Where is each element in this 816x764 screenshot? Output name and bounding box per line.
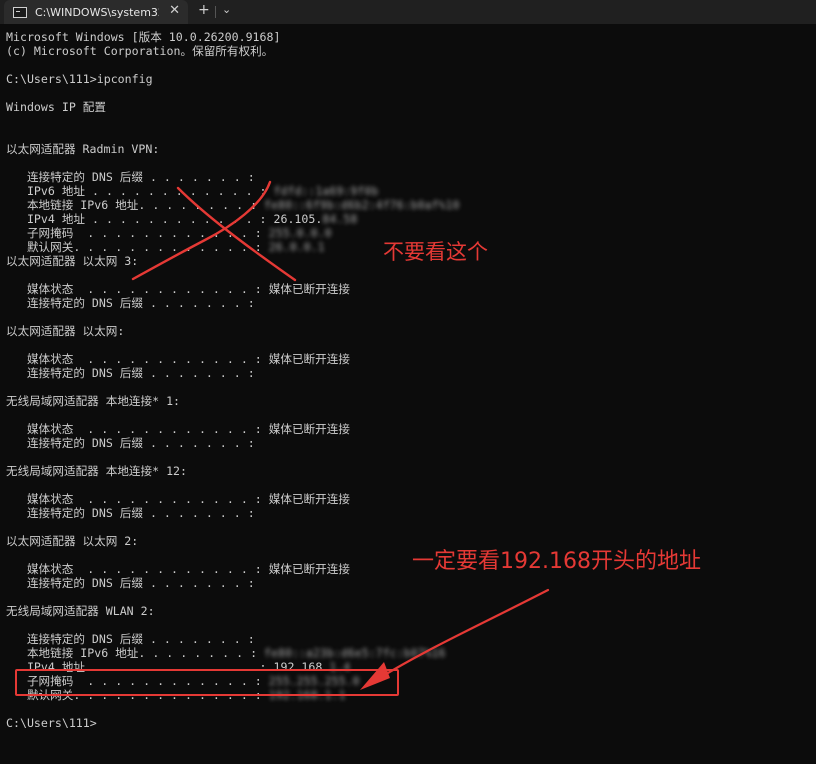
console-line: 连接特定的 DNS 后缀 . . . . . . . : xyxy=(6,170,806,184)
tab-dropdown-icon[interactable]: ⌄ xyxy=(222,3,231,16)
terminal-tab[interactable]: C:\WINDOWS\system32\cmd. ✕ xyxy=(4,0,188,24)
console-line: 无线局域网适配器 WLAN 2: xyxy=(6,604,806,618)
console-line: 连接特定的 DNS 后缀 . . . . . . . : xyxy=(6,436,806,450)
console-line-text: 本地链接 IPv6 地址. . . . . . . . : xyxy=(6,646,265,660)
console-line: 本地链接 IPv6 地址. . . . . . . . : fe80::a23b… xyxy=(6,646,806,660)
redacted-value: fe80::6f9b:d6b2:4f76:b0af%10 xyxy=(264,198,460,212)
console-line: 连接特定的 DNS 后缀 . . . . . . . : xyxy=(6,632,806,646)
console-line: IPv6 地址 . . . . . . . . . . . . : fdfd::… xyxy=(6,184,806,198)
console-line-text: 媒体状态 . . . . . . . . . . . . : 媒体已断开连接 xyxy=(6,352,350,366)
redacted-value: 255.0.0.0 xyxy=(268,226,332,240)
console-line-text: 以太网适配器 以太网: xyxy=(6,324,125,338)
console-line-text: IPv4 地址 . . . . . . . . . . . . : 26.105… xyxy=(6,212,323,226)
console-line: 媒体状态 . . . . . . . . . . . . : 媒体已断开连接 xyxy=(6,352,806,366)
tab-title: C:\WINDOWS\system32\cmd. xyxy=(35,5,159,19)
console-line: 媒体状态 . . . . . . . . . . . . : 媒体已断开连接 xyxy=(6,282,806,296)
console-line-text: 无线局域网适配器 本地连接* 1: xyxy=(6,394,181,408)
console-line: 连接特定的 DNS 后缀 . . . . . . . : xyxy=(6,506,806,520)
title-bar: C:\WINDOWS\system32\cmd. ✕ + ⌄ xyxy=(0,0,816,24)
console-line-text: 连接特定的 DNS 后缀 . . . . . . . : xyxy=(6,576,255,590)
console-line: 无线局域网适配器 本地连接* 1: xyxy=(6,394,806,408)
new-tab-button[interactable]: + xyxy=(198,2,210,18)
console-line-text: 连接特定的 DNS 后缀 . . . . . . . : xyxy=(6,296,255,310)
redacted-value: fdfd::1a69:9f0b xyxy=(273,184,379,198)
console-line-text: 连接特定的 DNS 后缀 . . . . . . . : xyxy=(6,436,255,450)
console-line-text: 连接特定的 DNS 后缀 . . . . . . . : xyxy=(6,506,255,520)
console-line-text: 连接特定的 DNS 后缀 . . . . . . . : xyxy=(6,170,255,184)
redacted-value: 26.0.0.1 xyxy=(268,240,325,254)
console-line: 连接特定的 DNS 后缀 . . . . . . . : xyxy=(6,576,806,590)
console-line: 媒体状态 . . . . . . . . . . . . : 媒体已断开连接 xyxy=(6,492,806,506)
console-line-text: Windows IP 配置 xyxy=(6,100,106,114)
console-line-text: 连接特定的 DNS 后缀 . . . . . . . : xyxy=(6,366,255,380)
terminal-icon xyxy=(13,6,27,18)
console-line-text: 媒体状态 . . . . . . . . . . . . : 媒体已断开连接 xyxy=(6,422,350,436)
console-output[interactable]: Microsoft Windows [版本 10.0.26200.9168] (c… xyxy=(6,30,806,758)
console-line-text: 子网掩码 . . . . . . . . . . . . : xyxy=(6,226,269,240)
redacted-value: 84.58 xyxy=(322,212,358,226)
console-line: 本地链接 IPv6 地址. . . . . . . . : fe80::6f9b… xyxy=(6,198,806,212)
console-line: C:\Users\111>ipconfig xyxy=(6,72,806,86)
ipv4-highlight-box xyxy=(15,669,399,696)
close-tab-icon[interactable]: ✕ xyxy=(169,3,180,18)
tab-separator xyxy=(215,6,216,18)
annotation-must-look: 一定要看192.168开头的地址 xyxy=(412,549,701,574)
console-line-text: 以太网适配器 以太网 3: xyxy=(6,254,139,268)
console-line-text: IPv6 地址 . . . . . . . . . . . . : xyxy=(6,184,274,198)
console-line: IPv4 地址 . . . . . . . . . . . . : 26.105… xyxy=(6,212,806,226)
annotation-dont-look: 不要看这个 xyxy=(383,240,488,264)
console-line-text: 媒体状态 . . . . . . . . . . . . : 媒体已断开连接 xyxy=(6,492,350,506)
console-line-text: (c) Microsoft Corporation。保留所有权利。 xyxy=(6,44,274,58)
console-line: 媒体状态 . . . . . . . . . . . . : 媒体已断开连接 xyxy=(6,422,806,436)
console-line-text: Microsoft Windows [版本 10.0.26200.9168] xyxy=(6,30,281,44)
console-line-text: 连接特定的 DNS 后缀 . . . . . . . : xyxy=(6,632,255,646)
console-line: Microsoft Windows [版本 10.0.26200.9168] xyxy=(6,30,806,44)
console-line-text: 默认网关. . . . . . . . . . . . . : xyxy=(6,240,269,254)
console-line: 连接特定的 DNS 后缀 . . . . . . . : xyxy=(6,296,806,310)
console-line-text: 无线局域网适配器 WLAN 2: xyxy=(6,604,155,618)
console-line: C:\Users\111> xyxy=(6,716,806,730)
console-line-text: 无线局域网适配器 本地连接* 12: xyxy=(6,464,188,478)
console-line: 以太网适配器 Radmin VPN: xyxy=(6,142,806,156)
console-line-text: 媒体状态 . . . . . . . . . . . . : 媒体已断开连接 xyxy=(6,562,350,576)
console-line: 连接特定的 DNS 后缀 . . . . . . . : xyxy=(6,366,806,380)
console-line: 以太网适配器 以太网: xyxy=(6,324,806,338)
console-line-text: 以太网适配器 以太网 2: xyxy=(6,534,139,548)
console-line: 无线局域网适配器 本地连接* 12: xyxy=(6,464,806,478)
console-line: (c) Microsoft Corporation。保留所有权利。 xyxy=(6,44,806,58)
console-line-text: C:\Users\111> xyxy=(6,716,97,730)
console-line-text: 媒体状态 . . . . . . . . . . . . : 媒体已断开连接 xyxy=(6,282,350,296)
console-line: Windows IP 配置 xyxy=(6,100,806,114)
console-line-text: 本地链接 IPv6 地址. . . . . . . . : xyxy=(6,198,265,212)
console-line-text: 以太网适配器 Radmin VPN: xyxy=(6,142,160,156)
redacted-value: fe80::a23b:d6e5:7fc:b07%16 xyxy=(264,646,446,660)
console-line-text: C:\Users\111>ipconfig xyxy=(6,72,153,86)
